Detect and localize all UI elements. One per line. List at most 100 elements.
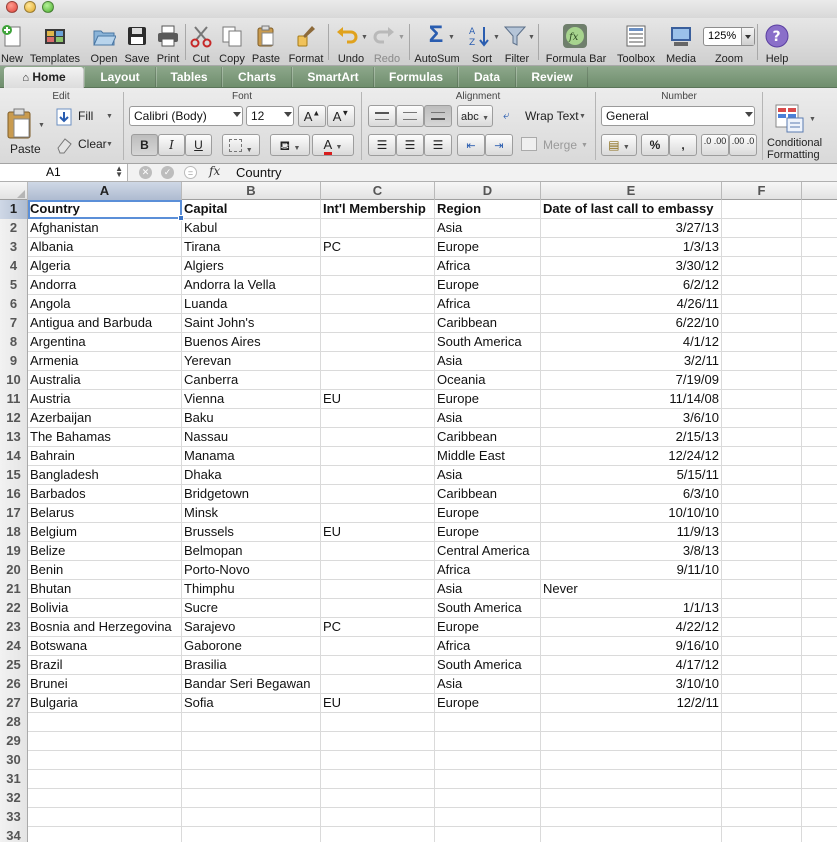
cell[interactable]: Sarajevo: [182, 618, 321, 637]
open-button[interactable]: Open: [90, 22, 118, 66]
cell[interactable]: [321, 371, 435, 390]
cell[interactable]: [541, 770, 722, 789]
cell[interactable]: 12/2/11: [541, 694, 722, 713]
cell[interactable]: [722, 390, 802, 409]
cell[interactable]: Europe: [435, 504, 541, 523]
increase-decimal-button[interactable]: .0 .00: [701, 134, 729, 156]
cell[interactable]: The Bahamas: [28, 428, 182, 447]
row-header[interactable]: 24: [0, 637, 28, 656]
cell[interactable]: 3/30/12: [541, 257, 722, 276]
redo-dropdown-icon[interactable]: ▼: [398, 34, 405, 41]
tab-layout[interactable]: Layout: [84, 67, 156, 87]
cell[interactable]: [321, 599, 435, 618]
cell[interactable]: Porto-Novo: [182, 561, 321, 580]
cell[interactable]: Brazil: [28, 656, 182, 675]
paste-dropdown-icon[interactable]: ▼: [38, 122, 45, 129]
cell[interactable]: [321, 656, 435, 675]
cell[interactable]: [28, 808, 182, 827]
cell[interactable]: [722, 428, 802, 447]
row-header[interactable]: 5: [0, 276, 28, 295]
header-cell[interactable]: Region: [435, 200, 541, 219]
font-color-button[interactable]: A ▼: [312, 134, 354, 156]
cell[interactable]: [321, 504, 435, 523]
cell[interactable]: South America: [435, 656, 541, 675]
row-header[interactable]: 30: [0, 751, 28, 770]
align-center-button[interactable]: ☰: [396, 134, 424, 156]
column-header-c[interactable]: C: [321, 182, 435, 200]
cell[interactable]: [435, 713, 541, 732]
cell[interactable]: Sucre: [182, 599, 321, 618]
cell[interactable]: [321, 314, 435, 333]
cell[interactable]: Caribbean: [435, 428, 541, 447]
row-header[interactable]: 34: [0, 827, 28, 842]
cell[interactable]: Argentina: [28, 333, 182, 352]
cell[interactable]: Asia: [435, 580, 541, 599]
cell[interactable]: [321, 751, 435, 770]
cancel-formula-icon[interactable]: ✕: [139, 166, 152, 179]
cell[interactable]: 10/10/10: [541, 504, 722, 523]
row-header[interactable]: 19: [0, 542, 28, 561]
cell[interactable]: 12/24/12: [541, 447, 722, 466]
cell[interactable]: Armenia: [28, 352, 182, 371]
cell[interactable]: EU: [321, 523, 435, 542]
cell[interactable]: 6/3/10: [541, 485, 722, 504]
row-header[interactable]: 29: [0, 732, 28, 751]
orientation-dropdown-icon[interactable]: ▼: [482, 115, 489, 122]
fill-button[interactable]: Fill ▼: [52, 106, 118, 128]
cell[interactable]: [722, 656, 802, 675]
borders-button[interactable]: ▼: [222, 134, 260, 156]
cell[interactable]: Benin: [28, 561, 182, 580]
tab-smartart[interactable]: SmartArt: [292, 67, 374, 87]
row-header[interactable]: 27: [0, 694, 28, 713]
autosum-button[interactable]: Σ ▼ AutoSum: [414, 22, 460, 66]
cell[interactable]: [722, 333, 802, 352]
cell[interactable]: 9/16/10: [541, 637, 722, 656]
cell[interactable]: [541, 808, 722, 827]
format-painter-button[interactable]: Format: [289, 22, 323, 66]
cell[interactable]: South America: [435, 333, 541, 352]
cell[interactable]: PC: [321, 618, 435, 637]
cell[interactable]: Bahrain: [28, 447, 182, 466]
cell[interactable]: Asia: [435, 409, 541, 428]
cell[interactable]: [541, 827, 722, 842]
align-top-button[interactable]: [368, 105, 396, 127]
header-cell[interactable]: Capital: [182, 200, 321, 219]
number-format-select[interactable]: General: [601, 106, 755, 126]
cell[interactable]: [722, 447, 802, 466]
cell[interactable]: [722, 257, 802, 276]
cell[interactable]: 4/1/12: [541, 333, 722, 352]
cell[interactable]: Africa: [435, 637, 541, 656]
cell[interactable]: 1/1/13: [541, 599, 722, 618]
cell[interactable]: [722, 618, 802, 637]
cell[interactable]: Bulgaria: [28, 694, 182, 713]
cell[interactable]: Dhaka: [182, 466, 321, 485]
cell[interactable]: [321, 447, 435, 466]
cell[interactable]: [722, 561, 802, 580]
row-header[interactable]: 16: [0, 485, 28, 504]
cell[interactable]: [541, 751, 722, 770]
cell[interactable]: [722, 466, 802, 485]
templates-button[interactable]: Templates: [30, 22, 80, 66]
cell[interactable]: [321, 409, 435, 428]
insert-function-icon[interactable]: fx: [209, 164, 220, 178]
row-header[interactable]: 6: [0, 295, 28, 314]
cell[interactable]: Middle East: [435, 447, 541, 466]
cell[interactable]: EU: [321, 694, 435, 713]
row-header[interactable]: 11: [0, 390, 28, 409]
cell[interactable]: Never: [541, 580, 722, 599]
cell[interactable]: 9/11/10: [541, 561, 722, 580]
cell[interactable]: [722, 808, 802, 827]
cell[interactable]: [722, 694, 802, 713]
merge-dropdown-icon[interactable]: ▼: [581, 142, 588, 149]
select-all-corner[interactable]: [0, 182, 28, 200]
tab-data[interactable]: Data: [458, 67, 516, 87]
cell[interactable]: [321, 713, 435, 732]
cell[interactable]: [28, 732, 182, 751]
cell[interactable]: Europe: [435, 523, 541, 542]
cell[interactable]: Gaborone: [182, 637, 321, 656]
zoom-window-button[interactable]: [42, 1, 54, 13]
cell[interactable]: [182, 827, 321, 842]
cell[interactable]: [435, 770, 541, 789]
row-header[interactable]: 28: [0, 713, 28, 732]
cell[interactable]: [321, 333, 435, 352]
